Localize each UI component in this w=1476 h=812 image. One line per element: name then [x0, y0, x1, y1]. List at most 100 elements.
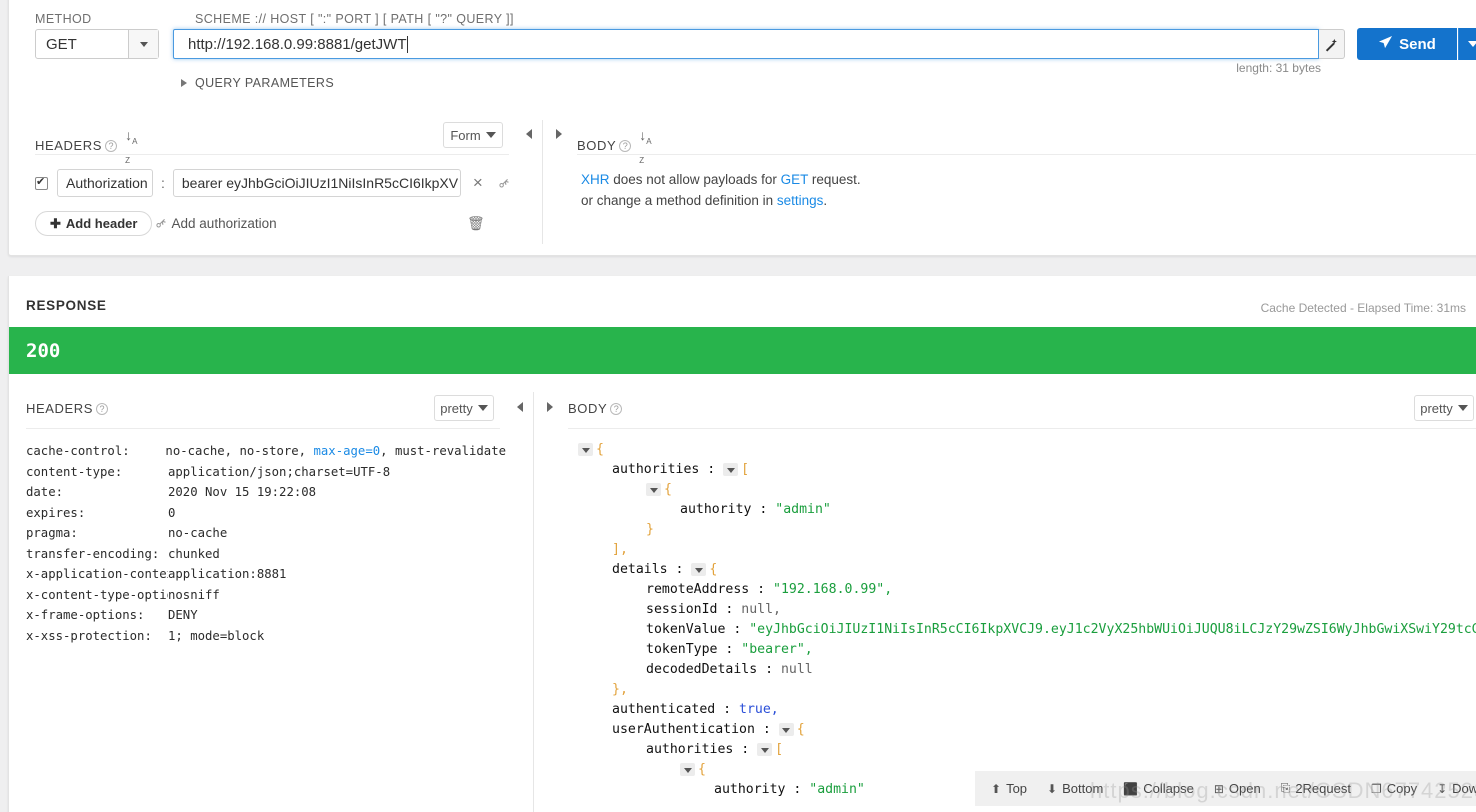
json-toolbar-top-button[interactable]: ⬆ Top — [991, 781, 1027, 796]
json-collapse-toggle[interactable] — [723, 462, 739, 476]
response-collapse-left-button[interactable] — [512, 399, 528, 415]
headers-form-dropdown[interactable]: Form — [443, 122, 503, 148]
help-icon[interactable]: ? — [619, 139, 632, 152]
response-collapse-right-button[interactable] — [542, 399, 558, 415]
json-line: decodedDetails : null — [568, 660, 1476, 680]
json-collapse-toggle[interactable] — [691, 562, 707, 576]
add-authorization-label: Add authorization — [171, 215, 277, 231]
status-bar: 200 — [9, 327, 1476, 374]
chevron-down-icon[interactable] — [128, 30, 158, 58]
url-input-value: http://192.168.0.99:8881/getJWT — [188, 35, 407, 53]
key-icon[interactable]: ⚷ — [495, 174, 512, 192]
header-row: Authorization : bearer eyJhbGciOiJIUzI1N… — [35, 169, 513, 197]
add-header-button[interactable]: ✚ Add header — [35, 211, 153, 236]
xhr-link[interactable]: XHR — [581, 172, 610, 187]
body-note-line-2: or change a method definition in setting… — [581, 190, 861, 211]
add-authorization-button[interactable]: ⚷ Add authorization — [152, 214, 277, 231]
response-header-row: content-type: application/json;charset=UT… — [26, 462, 506, 483]
json-toolbar-bottom-button[interactable]: ⬇ Bottom — [1047, 781, 1103, 796]
send-button-label: Send — [1399, 35, 1436, 53]
chevron-down-icon — [485, 132, 496, 138]
json-token: [ — [775, 742, 784, 757]
arrow-down-circle-icon: ⬇ — [1047, 781, 1058, 796]
response-header-value: 2020 Nov 15 19:22:08 — [168, 485, 317, 500]
json-line: authority : "admin" — [568, 500, 1476, 520]
method-select[interactable]: GET — [35, 29, 159, 59]
json-token: remoteAddress : — [646, 582, 774, 597]
divider — [26, 428, 500, 429]
response-header-value: no-cache, no-store, max-age=0, must-reva… — [165, 444, 506, 459]
json-toolbar-open-button[interactable]: ⊞ Open — [1214, 781, 1261, 796]
url-input[interactable]: http://192.168.0.99:8881/getJWT — [173, 29, 1319, 59]
json-toolbar-collapse-button[interactable]: ⬛ Collapse — [1123, 781, 1194, 796]
app-root: METHOD SCHEME :// HOST [ ":" PORT ] [ PA… — [0, 0, 1476, 812]
body-note-text-2: or change a method definition in — [581, 193, 777, 208]
trash-icon[interactable]: 🗑 — [467, 215, 485, 232]
send-options-button[interactable] — [1458, 28, 1476, 60]
json-token: "admin" — [809, 782, 865, 797]
json-line: userAuthentication : { — [568, 720, 1476, 740]
response-header-row: date: 2020 Nov 15 19:22:08 — [26, 482, 506, 503]
json-token: authority : — [714, 782, 810, 797]
open-icon: ⊞ — [1213, 781, 1224, 796]
response-header-row: transfer-encoding: chunked — [26, 544, 506, 565]
help-icon[interactable]: ? — [96, 402, 109, 415]
request-collapse-left-button[interactable] — [521, 126, 537, 142]
json-collapse-toggle[interactable] — [680, 762, 695, 776]
settings-link[interactable]: settings — [777, 193, 824, 208]
json-toolbar-copy-button[interactable]: ❐ Copy — [1371, 781, 1417, 796]
request-length-text: length: 31 bytes — [1236, 61, 1321, 75]
json-collapse-toggle[interactable] — [757, 742, 773, 756]
json-line: { — [568, 440, 1476, 460]
json-key: userAuthentication : — [612, 722, 779, 737]
json-toolbar-label: Downlo — [1452, 781, 1476, 796]
request-headers-title: HEADERS ? ↓A Z — [35, 127, 137, 165]
json-line: }, — [568, 680, 1476, 700]
json-token: { — [664, 482, 672, 497]
request-icon: ⎘ — [1280, 781, 1291, 795]
response-headers-format-value: pretty — [440, 400, 473, 416]
json-toolbar-label: 2Request — [1295, 781, 1351, 796]
json-token: tokenType : — [646, 642, 742, 657]
header-value-input[interactable]: bearer eyJhbGciOiJIUzI1NiIsInR5cCI6IkpXV — [172, 169, 461, 197]
json-token: null — [780, 662, 813, 677]
header-enabled-checkbox[interactable] — [35, 175, 48, 190]
help-icon[interactable]: ? — [105, 139, 118, 152]
response-body-format-dropdown[interactable]: pretty — [1414, 395, 1474, 421]
headers-form-dropdown-value: Form — [450, 127, 481, 143]
divider — [568, 428, 1476, 429]
key-icon: ⚷ — [152, 213, 170, 232]
sort-az-icon[interactable]: ↓A Z — [125, 127, 137, 165]
json-collapse-toggle[interactable] — [778, 722, 794, 736]
response-header-row: pragma: no-cache — [26, 523, 506, 544]
json-line: { — [568, 480, 1476, 500]
response-header-value: 0 — [168, 505, 176, 520]
sort-az-icon[interactable]: ↓A Z — [639, 127, 651, 165]
response-header-row: x-content-type-optio… nosniff — [26, 585, 506, 606]
query-parameters-toggle[interactable]: QUERY PARAMETERS — [181, 76, 334, 90]
json-token: authenticated : — [612, 702, 740, 717]
json-token: { — [709, 562, 718, 577]
response-header-value: 1; mode=block — [168, 628, 265, 643]
response-panel-divider — [533, 392, 534, 812]
response-header-name: transfer-encoding: — [26, 546, 160, 561]
response-header-name: x-frame-options: — [26, 608, 145, 623]
response-header-row: x-xss-protection: 1; mode=block — [26, 626, 506, 647]
help-icon[interactable]: ? — [610, 402, 623, 415]
magic-wand-icon[interactable] — [1319, 29, 1345, 59]
chevron-right-icon — [181, 79, 187, 87]
json-collapse-toggle[interactable] — [646, 482, 661, 496]
response-headers-format-dropdown[interactable]: pretty — [434, 395, 494, 421]
header-name-input[interactable]: Authorization — [57, 169, 153, 197]
method-link[interactable]: GET — [781, 172, 809, 187]
close-icon[interactable]: × — [473, 173, 483, 193]
chevron-left-icon — [526, 129, 532, 139]
json-collapse-toggle[interactable] — [578, 442, 593, 456]
json-toolbar-downlo-button[interactable]: ↧ Downlo — [1437, 781, 1476, 796]
json-toolbar-2request-button[interactable]: ⎘ 2Request — [1281, 781, 1351, 796]
send-button[interactable]: Send — [1357, 28, 1457, 60]
request-collapse-right-button[interactable] — [551, 126, 567, 142]
chevron-left-icon — [517, 402, 523, 412]
json-key: authorities : — [646, 742, 758, 757]
json-toolbar-label: Bottom — [1062, 781, 1104, 796]
